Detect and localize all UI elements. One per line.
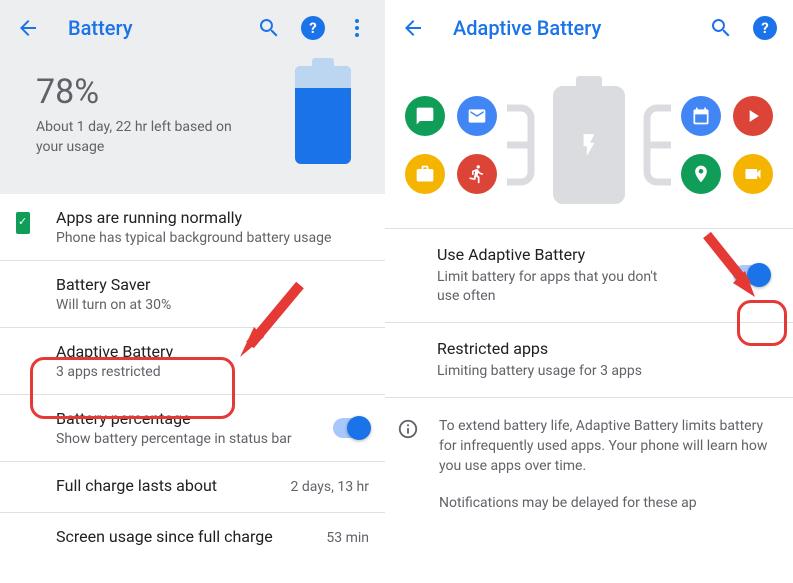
battery-saver-row[interactable]: Battery Saver Will turn on at 30% bbox=[0, 261, 385, 328]
info-p1: To extend battery life, Adaptive Battery… bbox=[439, 416, 773, 477]
full-charge-value: 2 days, 13 hr bbox=[291, 479, 370, 495]
adaptive-graphic bbox=[385, 56, 793, 229]
use-adaptive-row[interactable]: Use Adaptive Battery Limit battery for a… bbox=[385, 229, 793, 323]
bolt-icon bbox=[576, 124, 602, 166]
search-icon bbox=[709, 16, 733, 40]
play-icon bbox=[733, 96, 773, 136]
calendar-icon bbox=[681, 96, 721, 136]
battery-graphic-icon bbox=[553, 86, 625, 204]
battery-settings-screen: Battery ? 78% About 1 day, 22 hr left ba… bbox=[0, 0, 385, 583]
overflow-button[interactable] bbox=[337, 8, 377, 48]
screen-usage-value: 53 min bbox=[326, 530, 369, 546]
search-icon bbox=[257, 16, 281, 40]
battery-percent: 78% bbox=[36, 72, 256, 112]
battery-large-icon bbox=[295, 66, 351, 164]
run-icon bbox=[457, 154, 497, 194]
video-icon bbox=[733, 154, 773, 194]
help-icon: ? bbox=[753, 16, 777, 40]
back-button[interactable] bbox=[8, 8, 48, 48]
info-section: To extend battery life, Adaptive Battery… bbox=[385, 398, 793, 529]
help-button[interactable]: ? bbox=[293, 8, 333, 48]
chat-icon bbox=[405, 96, 445, 136]
location-icon bbox=[681, 154, 721, 194]
flow-left-icon bbox=[507, 90, 535, 200]
battery-percentage-toggle[interactable] bbox=[333, 418, 369, 438]
battery-estimate: About 1 day, 22 hr left based on your us… bbox=[36, 118, 256, 157]
search-button[interactable] bbox=[701, 8, 741, 48]
use-adaptive-toggle[interactable] bbox=[733, 265, 769, 285]
adaptive-battery-screen: Adaptive Battery ? bbox=[385, 0, 793, 583]
help-icon: ? bbox=[301, 16, 325, 40]
back-arrow-icon bbox=[401, 16, 425, 40]
mail-icon bbox=[457, 96, 497, 136]
screen-usage-row[interactable]: Screen usage since full charge 53 min bbox=[0, 513, 385, 563]
flow-right-icon bbox=[643, 90, 671, 200]
back-button[interactable] bbox=[393, 8, 433, 48]
app-bar: Adaptive Battery ? bbox=[385, 0, 793, 56]
info-p2: Notifications may be delayed for these a… bbox=[439, 493, 773, 513]
info-icon bbox=[397, 418, 419, 440]
apps-status-row[interactable]: Apps are running normally Phone has typi… bbox=[0, 194, 385, 261]
status-ok-icon bbox=[16, 212, 30, 234]
back-arrow-icon bbox=[16, 16, 40, 40]
battery-hero: 78% About 1 day, 22 hr left based on you… bbox=[0, 56, 385, 194]
status-sub: Phone has typical background battery usa… bbox=[56, 230, 369, 246]
full-charge-row[interactable]: Full charge lasts about 2 days, 13 hr bbox=[0, 462, 385, 513]
page-title: Adaptive Battery bbox=[437, 16, 697, 40]
adaptive-battery-row[interactable]: Adaptive Battery 3 apps restricted bbox=[0, 328, 385, 395]
status-title: Apps are running normally bbox=[56, 208, 369, 227]
battery-percentage-row[interactable]: Battery percentage Show battery percenta… bbox=[0, 395, 385, 462]
more-vert-icon bbox=[345, 16, 369, 40]
restricted-apps-row[interactable]: Restricted apps Limiting battery usage f… bbox=[385, 323, 793, 398]
search-button[interactable] bbox=[249, 8, 289, 48]
page-title: Battery bbox=[52, 16, 245, 40]
help-button[interactable]: ? bbox=[745, 8, 785, 48]
briefcase-icon bbox=[405, 154, 445, 194]
app-bar: Battery ? bbox=[0, 0, 385, 56]
